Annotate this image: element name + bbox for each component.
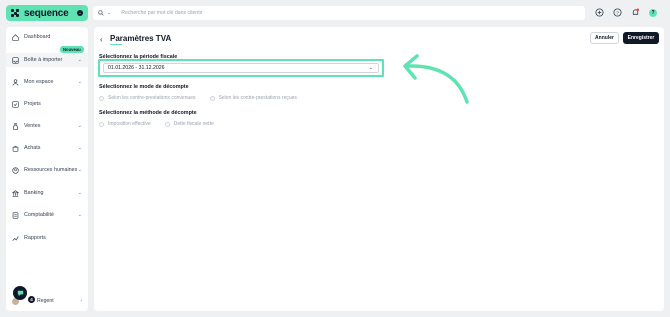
chevron-down-icon: ⌄ (77, 190, 82, 196)
sidebar-item-banking[interactable]: Banking ⌄ (6, 186, 88, 200)
main-panel: ‹ Paramètres TVA Annuler Enregistrer Sél… (94, 27, 664, 311)
method-radio-net[interactable] (164, 121, 170, 127)
home-icon (12, 33, 19, 41)
sidebar-item-label: Boîte à importer (24, 57, 63, 63)
search-scope-chevron-icon[interactable]: ⌄ (107, 10, 111, 16)
chevron-right-icon: › (80, 298, 82, 304)
sidebar-item-label: Banking (24, 190, 44, 196)
fiscal-period-value: 01.01.2026 - 31.12.2026 (108, 65, 165, 71)
chevron-down-icon: ⌄ (368, 65, 373, 71)
method-option-effective: Imposition effective (108, 121, 151, 127)
sidebar-item-label: Dashboard (24, 34, 51, 40)
sidebar-item-label: Rapports (24, 235, 46, 241)
sidebar: Dashboard Boîte à importer ⌄ Nouveau Mon… (6, 27, 88, 311)
chevron-down-icon: ⌄ (77, 212, 82, 218)
user-name: Regent (37, 298, 54, 304)
sidebar-item-hr[interactable]: Ressources humaines ⌄ (6, 163, 88, 177)
new-badge: Nouveau (60, 46, 84, 53)
workspace-switch-icon[interactable]: ⌄ (77, 10, 83, 16)
back-chevron-icon[interactable]: ‹ (100, 35, 103, 44)
logo-mark-icon (11, 9, 19, 17)
ledger-icon (12, 211, 19, 219)
app-logo[interactable]: sequence ⌄ (6, 5, 88, 21)
mode-option-received: Selon les contre-prestations reçues (218, 95, 297, 101)
svg-text:?: ? (616, 10, 619, 15)
mode-option-agreed: Selon les contre-prestations convenues (108, 95, 196, 101)
fiscal-period-select[interactable]: 01.01.2026 - 31.12.2026 ⌄ (103, 63, 379, 73)
sidebar-item-projects[interactable]: Projets (6, 97, 88, 111)
money-bag-icon (12, 122, 19, 130)
sidebar-item-accounting[interactable]: Comptabilité ⌄ (6, 208, 88, 222)
chat-support-button[interactable] (13, 286, 27, 300)
method-label: Sélectionnez la méthode de décompte (99, 110, 197, 116)
method-radio-effective[interactable] (99, 121, 104, 127)
sidebar-item-reports[interactable]: Rapports (6, 231, 88, 245)
title-underline (110, 44, 122, 45)
notification-bell-icon[interactable] (631, 8, 640, 17)
people-icon (12, 166, 19, 174)
chevron-down-icon: ⌄ (77, 57, 82, 63)
chart-icon (12, 235, 19, 242)
bank-icon (12, 189, 19, 197)
sidebar-item-label: Comptabilité (24, 212, 54, 218)
chat-icon (17, 290, 23, 296)
user-icon (12, 78, 19, 86)
sidebar-item-my-space[interactable]: Mon espace ⌄ (6, 75, 88, 89)
user-avatar[interactable]: ? (649, 8, 657, 17)
chat-count-badge: 4 (28, 296, 35, 303)
logo-text: sequence (24, 7, 69, 19)
add-icon[interactable] (595, 8, 604, 17)
sidebar-item-label: Ventes (24, 123, 41, 129)
chevron-down-icon: ⌄ (77, 123, 82, 129)
mode-radio-received[interactable] (209, 95, 215, 101)
chevron-down-icon: ⌄ (77, 145, 82, 151)
search-bar[interactable]: ⌄ (93, 6, 585, 20)
page-title: Paramètres TVA (110, 34, 172, 43)
sidebar-item-label: Projets (24, 101, 41, 107)
sidebar-item-import-box[interactable]: Boîte à importer ⌄ (6, 53, 88, 67)
mode-radio-agreed[interactable] (99, 95, 104, 101)
help-icon[interactable]: ? (613, 8, 622, 17)
chevron-down-icon: ⌄ (77, 79, 82, 85)
chevron-down-icon: ⌄ (77, 167, 82, 173)
sidebar-item-purchases[interactable]: Achats ⌄ (6, 141, 88, 155)
fiscal-period-highlight: 01.01.2026 - 31.12.2026 ⌄ (98, 59, 384, 77)
search-icon (98, 10, 104, 16)
bag-icon (12, 145, 19, 152)
search-input[interactable] (121, 10, 522, 16)
sidebar-item-sales[interactable]: Ventes ⌄ (6, 119, 88, 133)
check-square-icon (12, 100, 19, 108)
method-option-net: Dette fiscale nette (173, 121, 214, 127)
mode-label: Sélectionnez le mode de décompte (99, 84, 189, 90)
sidebar-item-label: Mon espace (24, 79, 54, 85)
inbox-icon (12, 56, 19, 64)
sidebar-item-label: Ressources humaines (24, 167, 78, 173)
sidebar-item-label: Achats (24, 145, 41, 151)
save-button[interactable]: Enregistrer (623, 32, 659, 44)
sidebar-item-dashboard[interactable]: Dashboard (6, 30, 88, 44)
cancel-button[interactable]: Annuler (590, 32, 619, 44)
annotation-arrow-icon (403, 54, 469, 104)
